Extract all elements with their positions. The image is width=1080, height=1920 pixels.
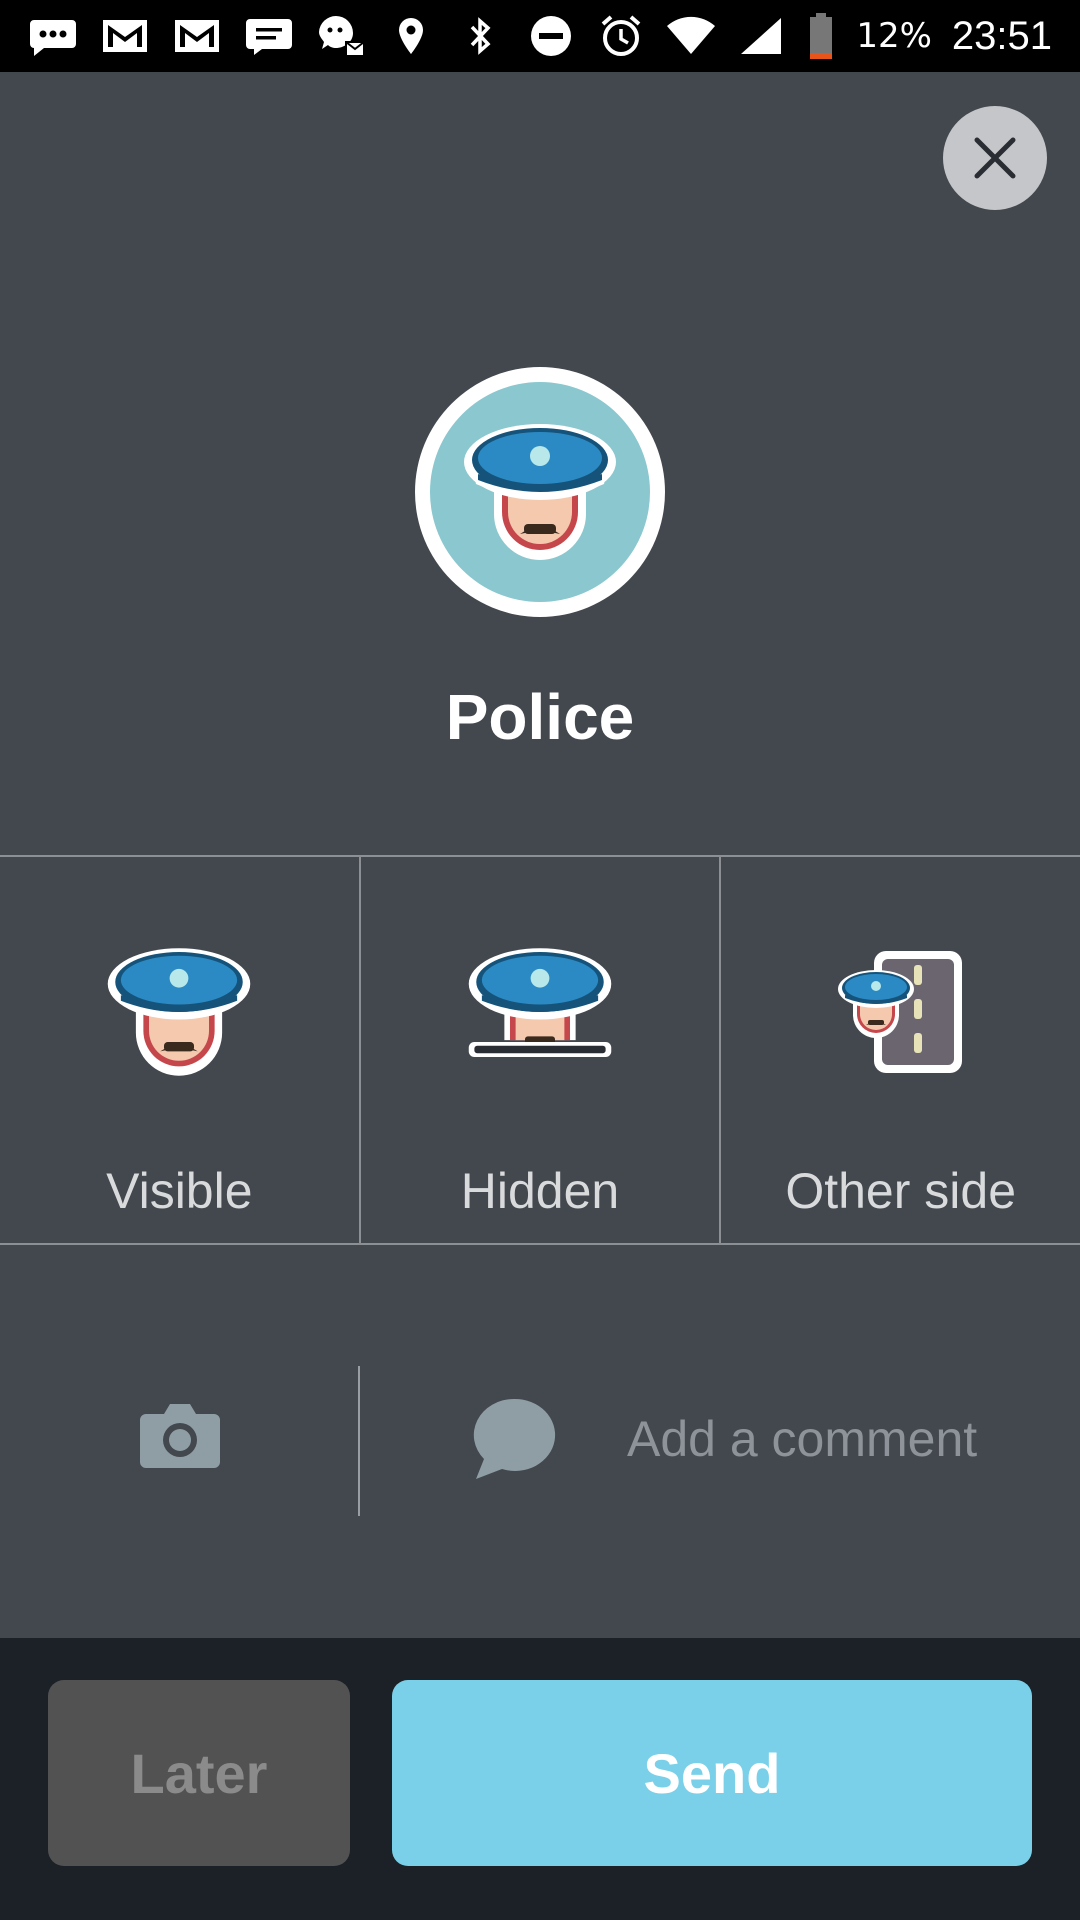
clock: 23:51 xyxy=(951,13,1052,58)
police-other-side-icon xyxy=(837,951,962,1073)
divider xyxy=(358,1366,360,1516)
battery-icon xyxy=(806,13,836,59)
report-category-icon xyxy=(415,367,665,617)
comment-icon xyxy=(473,1398,556,1479)
status-bar: 12% 23:51 xyxy=(0,0,1080,72)
comment-input[interactable]: Add a comment xyxy=(627,1410,977,1468)
option-other-side[interactable]: Other side xyxy=(719,857,1080,1243)
alarm-icon xyxy=(596,14,646,58)
page-title: Police xyxy=(445,681,635,753)
option-hidden[interactable]: Hidden xyxy=(358,857,720,1243)
option-visible[interactable]: Visible xyxy=(0,857,359,1243)
battery-percent: 12% xyxy=(856,16,932,56)
wifi-icon xyxy=(666,14,716,58)
dnd-icon xyxy=(526,14,576,58)
close-icon xyxy=(974,137,1016,179)
option-label-hidden: Hidden xyxy=(460,1163,620,1219)
report-options: Visible Hidden Other side xyxy=(0,855,1080,1245)
bluetooth-icon xyxy=(456,14,506,58)
camera-button[interactable] xyxy=(138,1400,222,1472)
camera-icon xyxy=(140,1404,220,1468)
comment-button[interactable] xyxy=(466,1395,556,1485)
gmail-icon xyxy=(172,14,222,58)
close-button[interactable] xyxy=(943,106,1047,210)
option-label-other-side: Other side xyxy=(785,1163,1017,1219)
location-icon xyxy=(386,14,436,58)
later-button[interactable]: Later xyxy=(48,1680,350,1866)
gmail-icon xyxy=(100,14,150,58)
police-icon xyxy=(464,424,616,560)
waze-icon xyxy=(316,14,366,58)
message-icon xyxy=(28,14,78,58)
police-hidden-icon xyxy=(468,948,612,1057)
police-visible-icon xyxy=(108,948,251,1076)
send-button[interactable]: Send xyxy=(392,1680,1032,1866)
option-label-visible: Visible xyxy=(106,1163,253,1219)
sms-icon xyxy=(244,14,294,58)
signal-icon xyxy=(736,14,786,58)
